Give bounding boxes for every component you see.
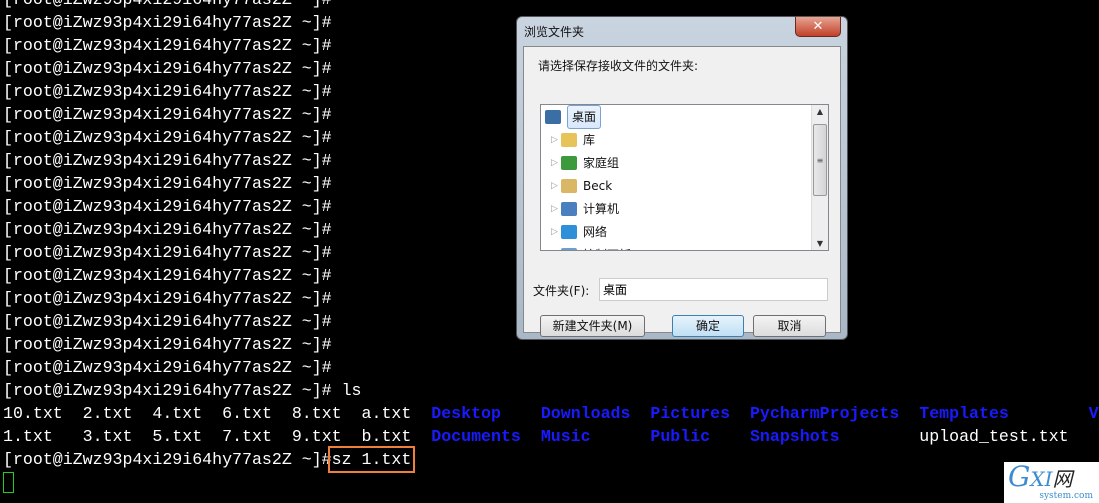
scroll-thumb[interactable]: ≡ [813, 124, 827, 196]
dialog-prompt: 请选择保存接收文件的文件夹: [538, 59, 699, 73]
file-entry: 10.txt [3, 404, 63, 423]
directory-entry: V [1088, 404, 1099, 423]
file-entry: a.txt [361, 404, 412, 423]
file-entry: upload_test.txt [919, 427, 1069, 446]
tree-scrollbar[interactable]: ▲ ≡ ▼ [811, 105, 828, 250]
directory-entry: Downloads [540, 404, 631, 423]
tree-item-label: Beck [583, 179, 613, 193]
expand-arrow-icon: ▷ [551, 204, 558, 214]
expand-arrow-icon: ▷ [551, 244, 561, 250]
new-folder-button[interactable]: 新建文件夹(M) [540, 315, 645, 337]
file-entry: 9.txt [291, 427, 342, 446]
shell-prompt: [root@iZwz93p4xi29i64hy77as2Z ~]# [3, 335, 332, 354]
directory-entry: Documents [431, 427, 521, 446]
browse-folder-dialog: 浏览文件夹 ✕ 请选择保存接收文件的文件夹: ▲ ≡ ▼ 桌面 ▷ 库 ▷ 家庭组 ▷ Be… [516, 16, 848, 340]
expand-arrow-icon: ▷ [551, 181, 558, 191]
shell-prompt: [root@iZwz93p4xi29i64hy77as2Z ~]# [3, 358, 332, 377]
user-folder-icon [561, 179, 577, 193]
computer-icon [561, 202, 577, 216]
file-entry: 6.txt [222, 404, 272, 423]
shell-prompt: [root@iZwz93p4xi29i64hy77as2Z ~]# [3, 36, 332, 55]
terminal-line: [root@iZwz93p4xi29i64hy77as2Z ~]#sz 1.tx… [3, 446, 1099, 473]
tree-item-label: 控制面板 [583, 244, 631, 250]
file-entry: 2.txt [82, 404, 133, 423]
tree-item-2[interactable]: ▷ 家庭组 [551, 152, 619, 174]
network-icon [561, 225, 577, 239]
file-entry: 3.txt [82, 427, 133, 446]
file-entry: b.txt [361, 427, 412, 446]
expand-arrow-icon: ▷ [551, 158, 558, 168]
directory-entry: Music [540, 427, 591, 446]
scroll-down-arrow-icon[interactable]: ▼ [812, 239, 828, 248]
shell-prompt: [root@iZwz93p4xi29i64hy77as2Z ~]# [3, 128, 332, 147]
directory-entry: Snapshots [749, 427, 840, 446]
file-entry: 5.txt [152, 427, 203, 446]
shell-prompt: [root@iZwz93p4xi29i64hy77as2Z ~]# [3, 105, 332, 124]
shell-prompt: [root@iZwz93p4xi29i64hy77as2Z ~]# [3, 174, 332, 193]
directory-entry: Pictures [650, 404, 731, 423]
expand-arrow-icon: ▷ [551, 135, 558, 145]
tree-item-label: 网络 [583, 225, 608, 239]
dialog-title: 浏览文件夹 [524, 25, 585, 39]
shell-prompt: [root@iZwz93p4xi29i64hy77as2Z ~]# [3, 0, 332, 9]
tree-item-6[interactable]: ▷ 控制面板 [551, 244, 631, 250]
tree-item-label: 家庭组 [583, 156, 620, 170]
terminal-line: [root@iZwz93p4xi29i64hy77as2Z ~]# [3, 356, 1099, 379]
tree-item-4[interactable]: ▷ 计算机 [551, 198, 619, 220]
shell-prompt: [root@iZwz93p4xi29i64hy77as2Z ~]# [3, 312, 332, 331]
tree-item-label: 库 [583, 133, 596, 147]
expand-arrow-icon: ▷ [551, 227, 558, 237]
file-entry: 7.txt [222, 427, 272, 446]
ls-output-row: 10.txt 2.txt 4.txt 6.txt 8.txt a.txt Des… [3, 402, 1099, 425]
shell-prompt: [root@iZwz93p4xi29i64hy77as2Z ~]# [3, 151, 332, 170]
highlighted-command: sz 1.txt [327, 446, 416, 473]
folder-input[interactable]: 桌面 [599, 278, 828, 301]
shell-prompt: [root@iZwz93p4xi29i64hy77as2Z ~]# [3, 243, 332, 262]
shell-prompt: [root@iZwz93p4xi29i64hy77as2Z ~]# [3, 450, 332, 469]
file-entry: 1.txt [3, 427, 53, 446]
ls-output-row: 1.txt 3.txt 5.txt 7.txt 9.txt b.txt Docu… [3, 425, 1099, 448]
shell-prompt: [root@iZwz93p4xi29i64hy77as2Z ~]# [3, 381, 342, 400]
terminal-line: [root@iZwz93p4xi29i64hy77as2Z ~]# ls [3, 379, 1099, 402]
shell-prompt: [root@iZwz93p4xi29i64hy77as2Z ~]# [3, 220, 332, 239]
tree-item-5[interactable]: ▷ 网络 [551, 221, 607, 243]
close-button[interactable]: ✕ [795, 17, 841, 37]
folder-tree[interactable]: ▲ ≡ ▼ 桌面▷库▷家庭组▷Beck▷计算机▷网络▷控制面板 [540, 104, 829, 251]
terminal-line: [root@iZwz93p4xi29i64hy77as2Z ~]# [3, 0, 1099, 11]
tree-item-3[interactable]: ▷ Beck [551, 175, 612, 197]
scroll-up-arrow-icon[interactable]: ▲ [812, 107, 828, 116]
tree-item-0[interactable]: 桌面 [545, 105, 602, 129]
file-entry: 4.txt [152, 404, 203, 423]
homegroup-icon [561, 156, 577, 170]
shell-prompt: [root@iZwz93p4xi29i64hy77as2Z ~]# [3, 197, 332, 216]
shell-prompt: [root@iZwz93p4xi29i64hy77as2Z ~]# [3, 82, 332, 101]
ok-button[interactable]: 确定 [672, 315, 744, 337]
shell-prompt: [root@iZwz93p4xi29i64hy77as2Z ~]# [3, 289, 332, 308]
watermark-logo: GXI网 system.com [1004, 462, 1099, 503]
tree-item-label: 桌面 [567, 105, 602, 129]
shell-prompt: [root@iZwz93p4xi29i64hy77as2Z ~]# [3, 266, 332, 285]
control-panel-icon [561, 248, 577, 250]
command-text: ls [341, 381, 362, 400]
directory-entry: Templates [919, 404, 1009, 423]
shell-prompt: [root@iZwz93p4xi29i64hy77as2Z ~]# [3, 13, 332, 32]
desktop-icon [545, 110, 561, 124]
library-icon [561, 133, 577, 147]
terminal-cursor [3, 472, 14, 493]
cancel-button[interactable]: 取消 [753, 315, 826, 337]
directory-entry: Desktop [431, 404, 501, 423]
tree-item-1[interactable]: ▷ 库 [551, 129, 595, 151]
folder-label: 文件夹(F): [533, 284, 590, 298]
directory-entry: Public [650, 427, 711, 446]
file-entry: 8.txt [291, 404, 342, 423]
tree-item-label: 计算机 [583, 202, 620, 216]
shell-prompt: [root@iZwz93p4xi29i64hy77as2Z ~]# [3, 59, 332, 78]
directory-entry: PycharmProjects [749, 404, 900, 423]
